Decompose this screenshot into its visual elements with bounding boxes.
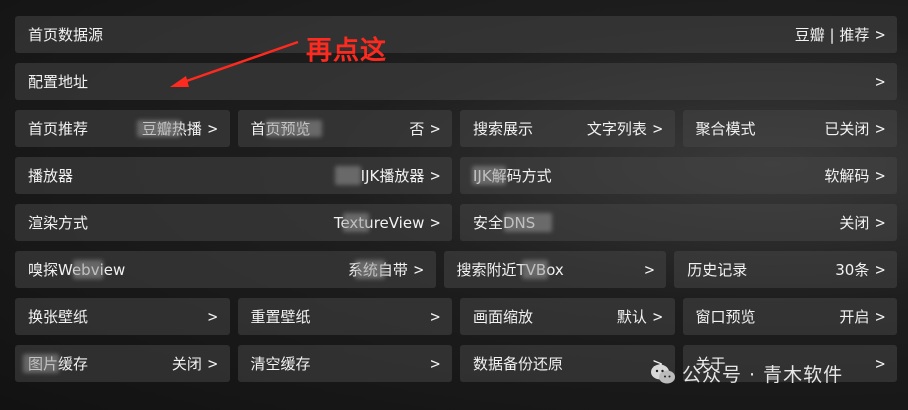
annotation-arrow-icon [170, 40, 299, 87]
wechat-icon [651, 364, 675, 383]
watermark: 公众号 · 青木软件 [650, 360, 843, 387]
annotation-text: 再点这 [306, 36, 388, 66]
watermark-text: 公众号 · 青木软件 [682, 364, 844, 386]
